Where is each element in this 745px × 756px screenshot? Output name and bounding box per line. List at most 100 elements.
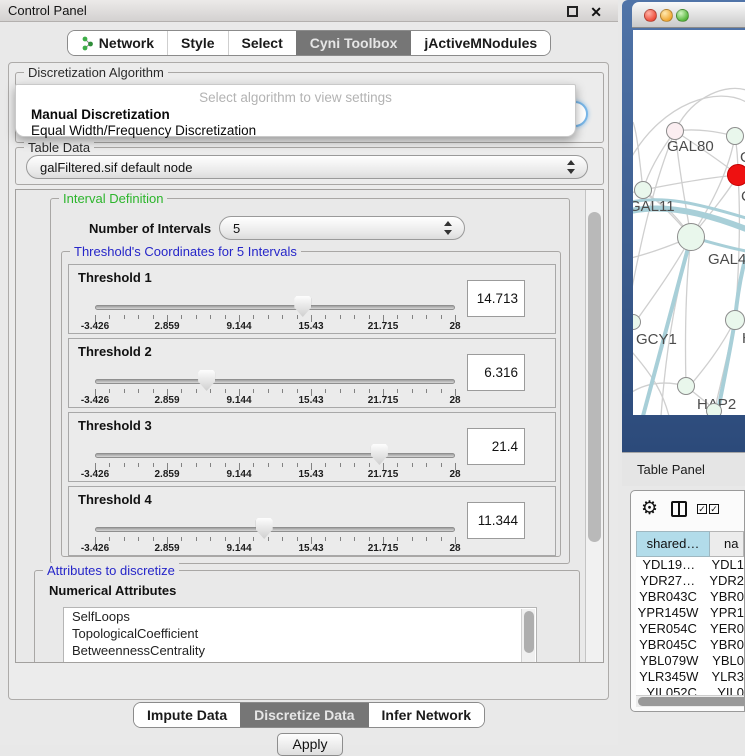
network-node[interactable] — [706, 403, 722, 415]
tab-network[interactable]: Network — [68, 31, 167, 55]
attributes-group: Attributes to discretize Numerical Attri… — [34, 570, 580, 663]
zoom-traffic-light-icon[interactable] — [676, 9, 689, 22]
scrollbar-thumb[interactable] — [638, 697, 745, 706]
network-node-gal11[interactable] — [634, 181, 652, 199]
float-window-icon[interactable] — [567, 6, 578, 17]
threshold-panel-3: Threshold 3-3.4262.8599.14415.4321.71528… — [68, 412, 556, 482]
slider-track[interactable] — [95, 453, 455, 458]
tab-label: Discretize Data — [254, 707, 354, 723]
algorithm-dropdown-popup: Select algorithm to view settings Manual… — [15, 84, 576, 137]
list-item[interactable]: BetweennessCentrality — [64, 642, 536, 659]
column-header-shared-name[interactable]: shared… — [636, 531, 710, 557]
slider-tick — [109, 315, 110, 319]
threshold-value-field[interactable]: 6.316 — [467, 354, 525, 391]
slider-tick-label: 15.43 — [298, 321, 323, 332]
slider-tick — [124, 463, 125, 467]
slider-tick — [268, 463, 269, 467]
slider-tick — [441, 389, 442, 393]
scrollbar-thumb[interactable] — [524, 611, 534, 653]
slider-tick — [426, 537, 427, 541]
slider-tick — [282, 537, 283, 541]
interval-definition-group: Interval Definition Number of Intervals … — [50, 198, 570, 564]
settings-scroll-area: Interval Definition Number of Intervals … — [15, 189, 604, 663]
slider-tick — [225, 315, 226, 319]
tab-cyni-toolbox[interactable]: Cyni Toolbox — [296, 31, 411, 55]
column-layout-icon[interactable] — [671, 501, 687, 517]
list-scrollbar[interactable] — [521, 609, 535, 663]
checkbox-icon[interactable]: ✓ — [697, 504, 707, 514]
minimize-traffic-light-icon[interactable] — [660, 9, 673, 22]
number-of-intervals-select[interactable]: 5 — [219, 216, 465, 240]
interval-definition-title: Interval Definition — [59, 191, 167, 206]
network-node-h[interactable] — [725, 310, 745, 330]
network-node-hap2[interactable] — [677, 377, 695, 395]
slider-thumb[interactable] — [198, 370, 215, 391]
dropdown-item-equal-width[interactable]: Equal Width/Frequency Discretization — [19, 123, 572, 139]
tab-jactivemnodules[interactable]: jActiveMNodules — [410, 31, 550, 55]
numerical-attributes-list[interactable]: SelfLoopsTopologicalCoefficientBetweenne… — [63, 607, 537, 663]
cell-name: YBR0 — [700, 637, 744, 653]
close-icon[interactable]: ✕ — [590, 2, 602, 23]
table-row[interactable]: YER054CYER0 — [636, 621, 744, 637]
slider-tick — [181, 537, 182, 541]
threshold-value-field[interactable]: 21.4 — [467, 428, 525, 465]
table-row[interactable]: YIL052CYIL0 — [636, 685, 744, 695]
table-row[interactable]: YBR043CYBR0 — [636, 589, 744, 605]
table-row[interactable]: YLR345WYLR3 — [636, 669, 744, 685]
slider-track[interactable] — [95, 379, 455, 384]
slider-tick — [268, 537, 269, 541]
network-window-titlebar — [632, 2, 745, 28]
dropdown-item-manual-discretization[interactable]: Manual Discretization — [19, 107, 572, 123]
top-tab-bar: NetworkStyleSelectCyni ToolboxjActiveMNo… — [0, 30, 618, 56]
slider-tick-label: 28 — [449, 469, 460, 480]
slider-tick — [124, 389, 125, 393]
slider-tick — [225, 389, 226, 393]
slider-tick — [441, 315, 442, 319]
list-item[interactable]: TopologicalCoefficient — [64, 625, 536, 642]
slider-thumb[interactable] — [294, 296, 311, 317]
tab-infer-network[interactable]: Infer Network — [368, 703, 484, 727]
table-row[interactable]: YPR145WYPR1 — [636, 605, 744, 621]
slider-thumb[interactable] — [371, 444, 388, 465]
list-item[interactable]: SelfLoops — [64, 608, 536, 625]
cell-shared-name: YLR345W — [636, 669, 701, 685]
network-node-g[interactable] — [726, 127, 744, 145]
threshold-value-field[interactable]: 14.713 — [467, 280, 525, 317]
slider-tick — [397, 537, 398, 541]
slider-tick-label: 21.715 — [368, 395, 399, 406]
tab-style[interactable]: Style — [167, 31, 227, 55]
tab-discretize-data[interactable]: Discretize Data — [240, 703, 367, 727]
slider-track[interactable] — [95, 305, 455, 310]
threshold-panel-2: Threshold 2-3.4262.8599.14415.4321.71528… — [68, 338, 556, 408]
table-data-select[interactable]: galFiltered.sif default node — [26, 155, 588, 179]
gear-icon[interactable]: ⚙ — [641, 497, 658, 520]
table-row[interactable]: YDR27…YDR2 — [636, 573, 744, 589]
table-row[interactable]: YBL079WYBL0 — [636, 653, 744, 669]
column-header-name[interactable]: na — [710, 531, 744, 557]
slider-tick — [210, 463, 211, 467]
slider-tick-label: 9.144 — [226, 469, 251, 480]
slider-track[interactable] — [95, 527, 455, 532]
table-row[interactable]: YDL19…YDL1 — [636, 557, 744, 573]
numerical-attributes-label: Numerical Attributes — [49, 583, 176, 598]
table-row[interactable]: YBR045CYBR0 — [636, 637, 744, 653]
control-panel-titlebar: Control Panel ✕ — [0, 0, 618, 22]
slider-tick — [282, 463, 283, 467]
tab-impute-data[interactable]: Impute Data — [134, 703, 240, 727]
network-node-gal4[interactable] — [677, 223, 705, 251]
network-node-c[interactable] — [727, 164, 745, 186]
network-canvas[interactable]: GAL80GCGAL11GAL4GCY1HHAP2 — [633, 30, 745, 415]
slider-thumb[interactable] — [256, 518, 273, 539]
horizontal-scrollbar[interactable] — [636, 695, 744, 707]
scrollbar-thumb[interactable] — [588, 212, 601, 542]
vertical-scrollbar[interactable] — [585, 190, 603, 662]
threshold-value-field[interactable]: 11.344 — [467, 502, 525, 539]
threshold-panel-4: Threshold 4-3.4262.8599.14415.4321.71528… — [68, 486, 556, 556]
tab-label: Impute Data — [147, 707, 227, 723]
slider-tick-label: -3.426 — [81, 321, 109, 332]
checkbox-icon[interactable]: ✓ — [709, 504, 719, 514]
close-traffic-light-icon[interactable] — [644, 9, 657, 22]
slider-tick — [369, 463, 370, 467]
slider-tick — [297, 315, 298, 319]
tab-select[interactable]: Select — [228, 31, 296, 55]
